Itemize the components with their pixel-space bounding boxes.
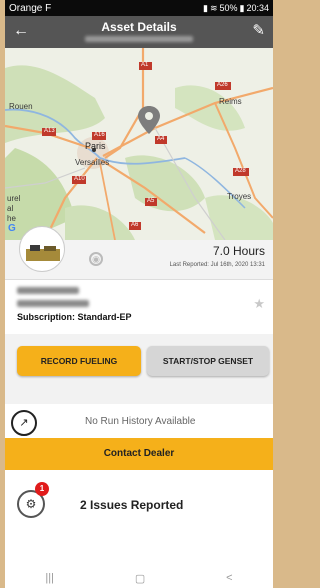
asset-id-redacted <box>85 36 193 42</box>
favorite-star-icon[interactable]: ★ <box>253 296 265 312</box>
status-icons: ▮ ≋ 50% ▮ 20:34 <box>203 3 269 14</box>
action-bar: RECORD FUELING START/STOP GENSET <box>5 334 273 404</box>
asset-name-redacted <box>17 287 79 294</box>
map-road-a26: A26 <box>217 82 228 88</box>
edit-pencil-icon[interactable]: ✎ <box>252 21 265 41</box>
asset-id-redacted-2 <box>17 300 89 307</box>
map-label-partial-2: al <box>7 204 14 213</box>
asset-photo[interactable] <box>19 226 65 272</box>
asset-details: Subscription: Standard-EP ★ <box>5 280 273 334</box>
asset-summary-bar: ◉ 7.0 Hours Last Reported: Jul 16th, 202… <box>5 226 273 280</box>
map-label-versailles: Versailles <box>75 158 110 167</box>
map-label-reims: Reims <box>219 97 242 106</box>
issues-row[interactable]: ⚙ 1 2 Issues Reported <box>5 470 273 570</box>
status-bar: Orange F ▮ ≋ 50% ▮ 20:34 <box>5 0 273 16</box>
back-icon[interactable]: < <box>226 572 232 584</box>
map-graphic <box>5 48 273 240</box>
map-road-a10: A10 <box>74 176 85 182</box>
map-road-a1: A1 <box>141 62 149 68</box>
issues-badge: 1 <box>35 482 49 496</box>
battery-percent: 50% <box>219 3 238 13</box>
contact-dealer-button[interactable]: Contact Dealer <box>5 438 273 470</box>
start-stop-genset-button[interactable]: START/STOP GENSET <box>147 346 269 376</box>
map-road-a4: A4 <box>157 136 165 142</box>
last-reported: Last Reported: Jul 16th, 2020 13:31 <box>169 262 265 268</box>
battery-icon: ▮ <box>239 2 245 13</box>
carrier-name: Orange F <box>9 2 52 14</box>
signal-status-icon: ◉ <box>89 252 103 266</box>
map-label-paris: Paris <box>85 141 106 151</box>
google-logo: G <box>8 223 16 234</box>
map-road-a16: A16 <box>94 132 105 138</box>
record-fueling-button[interactable]: RECORD FUELING <box>17 346 141 376</box>
wifi-icon: ≋ <box>209 2 218 13</box>
run-history-text: No Run History Available <box>85 416 196 427</box>
map-road-a6: A6 <box>131 222 139 228</box>
system-nav-bar: ||| ▢ < <box>5 568 273 588</box>
run-hours: 7.0 Hours <box>212 244 265 258</box>
signal-icon: ▮ <box>203 2 208 13</box>
map-view[interactable]: Rouen Reims Paris Versailles Troyes A1 A… <box>5 48 273 240</box>
map-road-a13: A13 <box>44 128 55 134</box>
run-history-row: ↗ No Run History Available <box>5 404 273 438</box>
map-label-partial-1: urel <box>7 194 21 203</box>
map-label-troyes: Troyes <box>227 192 252 201</box>
recent-apps-icon[interactable]: ||| <box>45 572 54 584</box>
map-road-a5: A5 <box>147 198 155 204</box>
home-icon[interactable]: ▢ <box>135 572 145 585</box>
page-title: Asset Details <box>101 20 177 34</box>
map-label-rouen: Rouen <box>9 102 33 111</box>
app-bar: ← Asset Details ✎ <box>5 16 273 48</box>
map-label-partial-3: he <box>7 214 16 223</box>
subscription-label: Subscription: Standard-EP <box>17 312 132 322</box>
phone-screen: Orange F ▮ ≋ 50% ▮ 20:34 ← Asset Details… <box>5 0 273 588</box>
clock: 20:34 <box>246 3 269 13</box>
map-road-a28: A28 <box>235 168 246 174</box>
issues-text: 2 Issues Reported <box>80 498 184 512</box>
trend-chart-icon: ↗ <box>11 410 37 436</box>
